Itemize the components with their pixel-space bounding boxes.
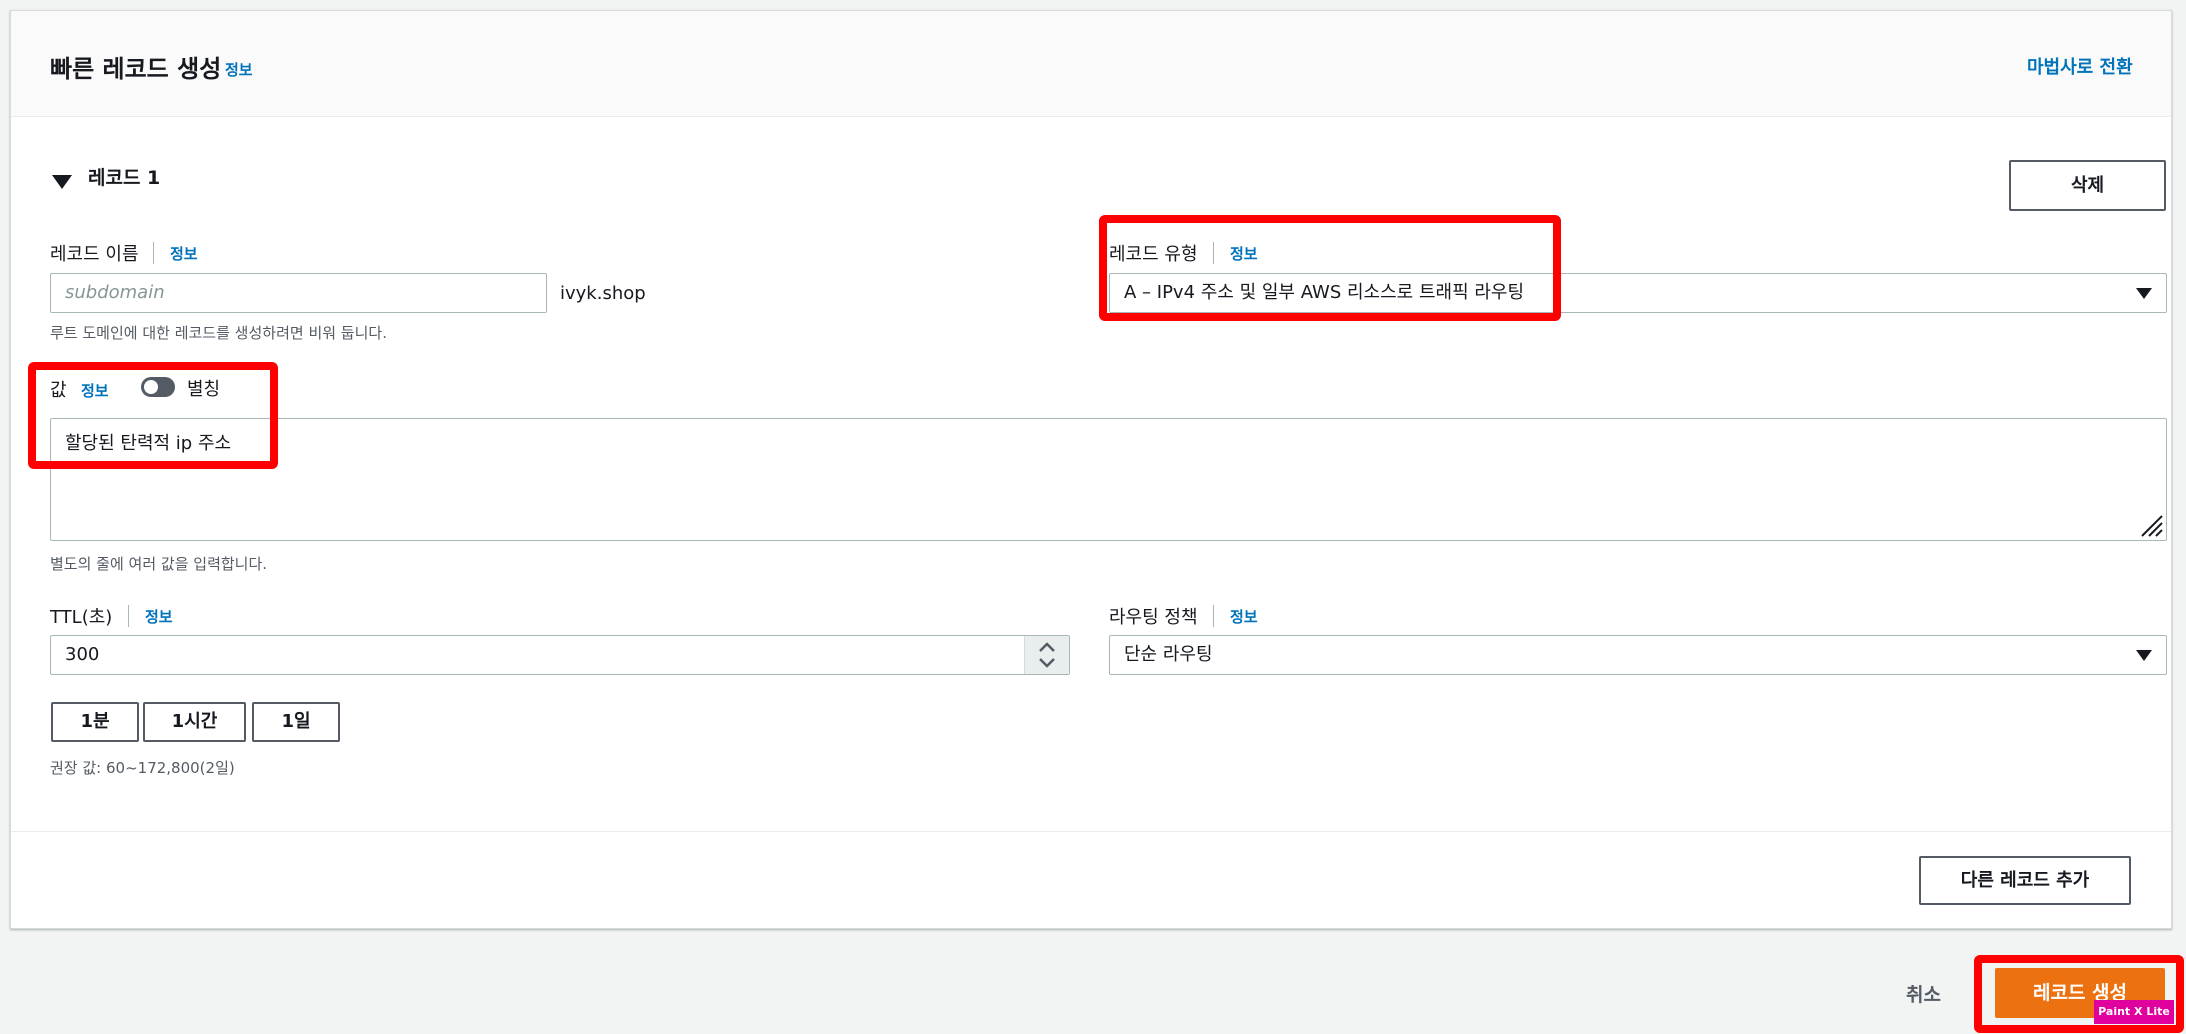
record-name-separator xyxy=(153,242,154,264)
stepper-arrows-icon xyxy=(1039,642,1055,668)
record-name-input[interactable]: subdomain xyxy=(50,273,547,313)
value-hint: 별도의 줄에 여러 값을 입력합니다. xyxy=(50,555,268,573)
page-title: 빠른 레코드 생성 xyxy=(50,55,222,83)
ttl-input[interactable]: 300 xyxy=(50,635,1070,675)
ttl-stepper[interactable] xyxy=(1024,636,1069,674)
add-another-record-button[interactable]: 다른 레코드 추가 xyxy=(1919,856,2131,905)
record-type-label: 레코드 유형 xyxy=(1109,244,1198,265)
record-section-title: 레코드 1 xyxy=(88,167,161,189)
ttl-info-link[interactable]: 정보 xyxy=(145,606,173,627)
record-type-info-link[interactable]: 정보 xyxy=(1230,243,1258,264)
routing-policy-label: 라우팅 정책 xyxy=(1109,607,1198,628)
value-label: 값 xyxy=(50,380,67,401)
panel-header: 빠른 레코드 생성 정보 마법사로 전환 xyxy=(11,11,2171,117)
record-type-separator xyxy=(1213,242,1214,264)
record-type-chevron-down-icon xyxy=(2136,288,2152,299)
record-type-select[interactable]: A – IPv4 주소 및 일부 AWS 리소스로 트래픽 라우팅 xyxy=(1109,273,2167,313)
ttl-preset-1-minute[interactable]: 1분 xyxy=(51,702,139,742)
value-info-link[interactable]: 정보 xyxy=(81,380,109,401)
value-textarea[interactable]: 할당된 탄력적 ip 주소 xyxy=(50,418,2167,541)
ttl-preset-1-hour[interactable]: 1시간 xyxy=(143,702,246,742)
ttl-label: TTL(초) xyxy=(50,607,113,628)
routing-policy-value: 단순 라우팅 xyxy=(1124,644,1213,665)
alias-toggle[interactable] xyxy=(141,377,175,397)
routing-chevron-down-icon xyxy=(2136,650,2152,661)
title-info-link[interactable]: 정보 xyxy=(225,59,253,80)
routing-policy-select[interactable]: 단순 라우팅 xyxy=(1109,635,2167,675)
collapse-caret-icon[interactable] xyxy=(52,174,72,193)
cancel-button[interactable]: 취소 xyxy=(1906,980,1941,1007)
resize-handle-icon[interactable] xyxy=(2138,512,2164,538)
value-text: 할당된 탄력적 ip 주소 xyxy=(65,433,232,454)
routing-policy-separator xyxy=(1213,605,1214,627)
section-divider xyxy=(11,831,2171,832)
quick-create-panel: 빠른 레코드 생성 정보 마법사로 전환 레코드 1 삭제 레코드 이름 정보 … xyxy=(10,10,2172,929)
delete-button[interactable]: 삭제 xyxy=(2009,160,2166,211)
ttl-hint: 권장 값: 60~172,800(2일) xyxy=(50,759,235,777)
watermark-badge: Paint X Lite xyxy=(2094,1000,2174,1024)
record-type-value: A – IPv4 주소 및 일부 AWS 리소스로 트래픽 라우팅 xyxy=(1124,282,1525,303)
alias-label: 별칭 xyxy=(187,379,221,400)
record-name-info-link[interactable]: 정보 xyxy=(170,243,198,264)
ttl-separator xyxy=(128,605,129,627)
ttl-value: 300 xyxy=(65,644,100,665)
switch-to-wizard-link[interactable]: 마법사로 전환 xyxy=(2027,53,2133,79)
domain-suffix: ivyk.shop xyxy=(560,283,646,304)
record-name-label: 레코드 이름 xyxy=(50,244,139,265)
record-name-placeholder: subdomain xyxy=(65,282,165,303)
alias-toggle-knob xyxy=(144,380,158,394)
record-name-hint: 루트 도메인에 대한 레코드를 생성하려면 비워 둡니다. xyxy=(50,324,387,342)
routing-policy-info-link[interactable]: 정보 xyxy=(1230,606,1258,627)
ttl-preset-1-day[interactable]: 1일 xyxy=(252,702,340,742)
